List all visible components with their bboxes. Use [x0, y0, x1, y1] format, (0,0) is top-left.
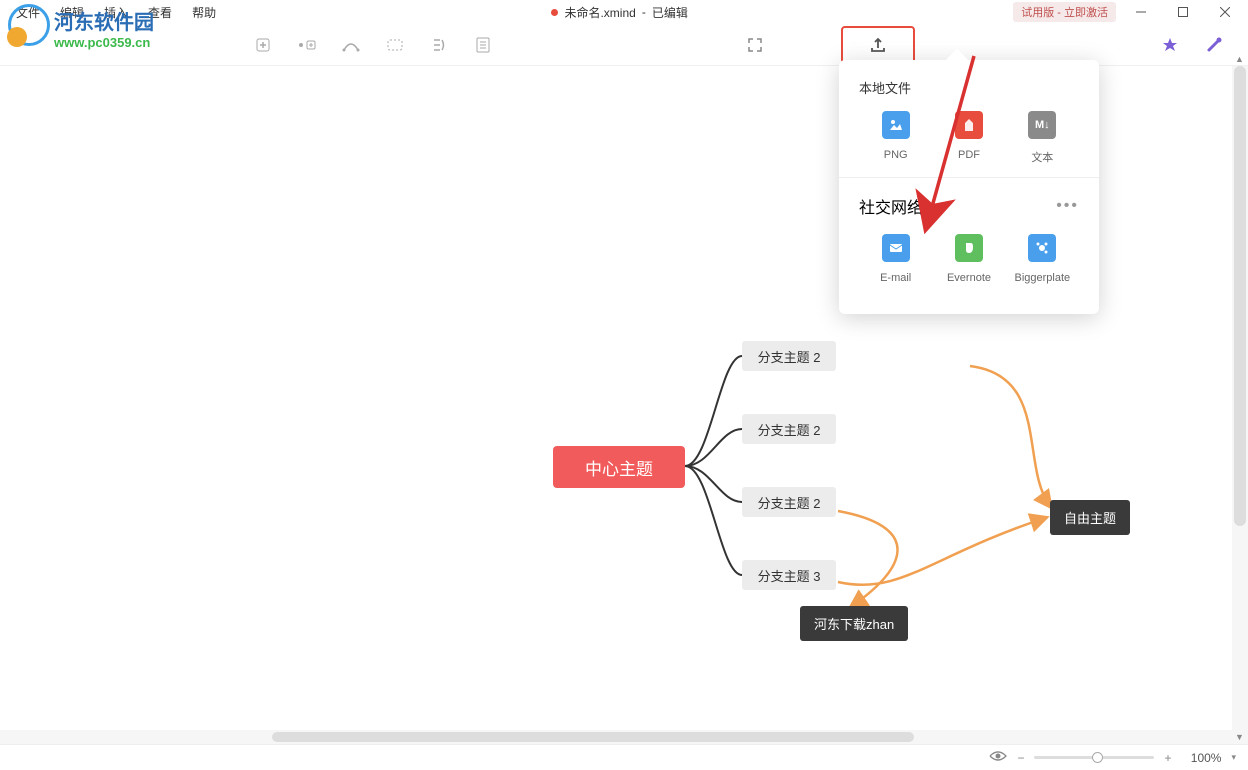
- export-png-label: PNG: [884, 149, 908, 161]
- more-button[interactable]: •••: [1056, 197, 1079, 215]
- horizontal-scrollbar[interactable]: [0, 730, 1232, 744]
- watermark-cn: 河东软件园: [54, 6, 154, 35]
- central-topic[interactable]: 中心主题: [553, 446, 685, 488]
- boundary-button[interactable]: [377, 29, 413, 61]
- format-button[interactable]: [1196, 29, 1232, 61]
- export-png[interactable]: PNG: [861, 111, 931, 165]
- export-popover: 本地文件 PNG PDF M↓ 文本 社交网络 ••• E-mail: [839, 60, 1099, 314]
- zoom-in-button[interactable]: +: [1164, 751, 1171, 765]
- title-filename: 未命名.xmind: [564, 4, 635, 21]
- floating-topic-1[interactable]: 自由主题: [1050, 500, 1130, 535]
- share-evernote[interactable]: Evernote: [934, 234, 1004, 284]
- zoom-value: 100%: [1181, 751, 1221, 765]
- title-area: 未命名.xmind - 已编辑: [226, 4, 1013, 21]
- branch-topic-2[interactable]: 分支主题 2: [742, 414, 836, 444]
- social-title: 社交网络: [859, 194, 923, 218]
- floating-topic-2[interactable]: 河东下载zhan: [800, 606, 908, 641]
- scroll-up-icon[interactable]: ▲: [1235, 54, 1244, 64]
- share-email-label: E-mail: [880, 272, 911, 284]
- fullscreen-button[interactable]: [737, 29, 773, 61]
- title-sep: -: [642, 5, 646, 19]
- share-export-button[interactable]: [841, 26, 915, 64]
- window-close-button[interactable]: [1208, 2, 1242, 22]
- favorite-button[interactable]: [1152, 29, 1188, 61]
- branch-topic-3[interactable]: 分支主题 2: [742, 487, 836, 517]
- add-topic-button[interactable]: [245, 29, 281, 61]
- zoom-dropdown-icon[interactable]: ▾: [1231, 752, 1236, 763]
- share-biggerplate[interactable]: Biggerplate: [1007, 234, 1077, 284]
- export-text[interactable]: M↓ 文本: [1007, 111, 1077, 165]
- menu-help[interactable]: 帮助: [182, 2, 226, 23]
- share-biggerplate-label: Biggerplate: [1014, 272, 1070, 284]
- title-status: 已编辑: [652, 4, 688, 21]
- watermark-url: www.pc0359.cn: [54, 35, 154, 50]
- export-text-label: 文本: [1031, 149, 1053, 165]
- zoom-slider[interactable]: [1034, 756, 1154, 759]
- zoom-out-button[interactable]: −: [1017, 751, 1024, 765]
- status-bar: − + 100% ▾: [0, 744, 1248, 770]
- window-minimize-button[interactable]: [1124, 2, 1158, 22]
- unsaved-dot-icon: [551, 9, 558, 16]
- trial-badge[interactable]: 试用版 - 立即激活: [1013, 2, 1116, 22]
- outline-button[interactable]: [465, 29, 501, 61]
- share-email[interactable]: E-mail: [861, 234, 931, 284]
- export-pdf[interactable]: PDF: [934, 111, 1004, 165]
- watermark-text: 河东软件园 www.pc0359.cn: [54, 6, 154, 50]
- zoom-slider-knob[interactable]: [1092, 752, 1103, 763]
- biggerplate-icon: [1028, 234, 1056, 262]
- branch-topic-4[interactable]: 分支主题 3: [742, 560, 836, 590]
- vertical-scroll-thumb[interactable]: [1234, 66, 1246, 526]
- window-maximize-button[interactable]: [1166, 2, 1200, 22]
- menu-file[interactable]: 文件: [6, 2, 50, 23]
- export-pdf-label: PDF: [958, 149, 980, 161]
- menubar: 文件 编辑 插入 查看 帮助 未命名.xmind - 已编辑 试用版 - 立即激…: [0, 0, 1248, 24]
- text-icon: M↓: [1028, 111, 1056, 139]
- view-mode-icon[interactable]: [989, 750, 1007, 765]
- pdf-icon: [955, 111, 983, 139]
- add-subtopic-button[interactable]: [289, 29, 325, 61]
- horizontal-scroll-thumb[interactable]: [272, 732, 914, 742]
- branch-topic-1[interactable]: 分支主题 2: [742, 341, 836, 371]
- share-evernote-label: Evernote: [947, 272, 991, 284]
- png-icon: [882, 111, 910, 139]
- email-icon: [882, 234, 910, 262]
- relationship-button[interactable]: [333, 29, 369, 61]
- evernote-icon: [955, 234, 983, 262]
- summary-button[interactable]: [421, 29, 457, 61]
- vertical-scrollbar[interactable]: ▲ ▼: [1232, 66, 1248, 744]
- scroll-down-icon[interactable]: ▼: [1235, 732, 1244, 742]
- local-files-title: 本地文件: [859, 78, 1079, 97]
